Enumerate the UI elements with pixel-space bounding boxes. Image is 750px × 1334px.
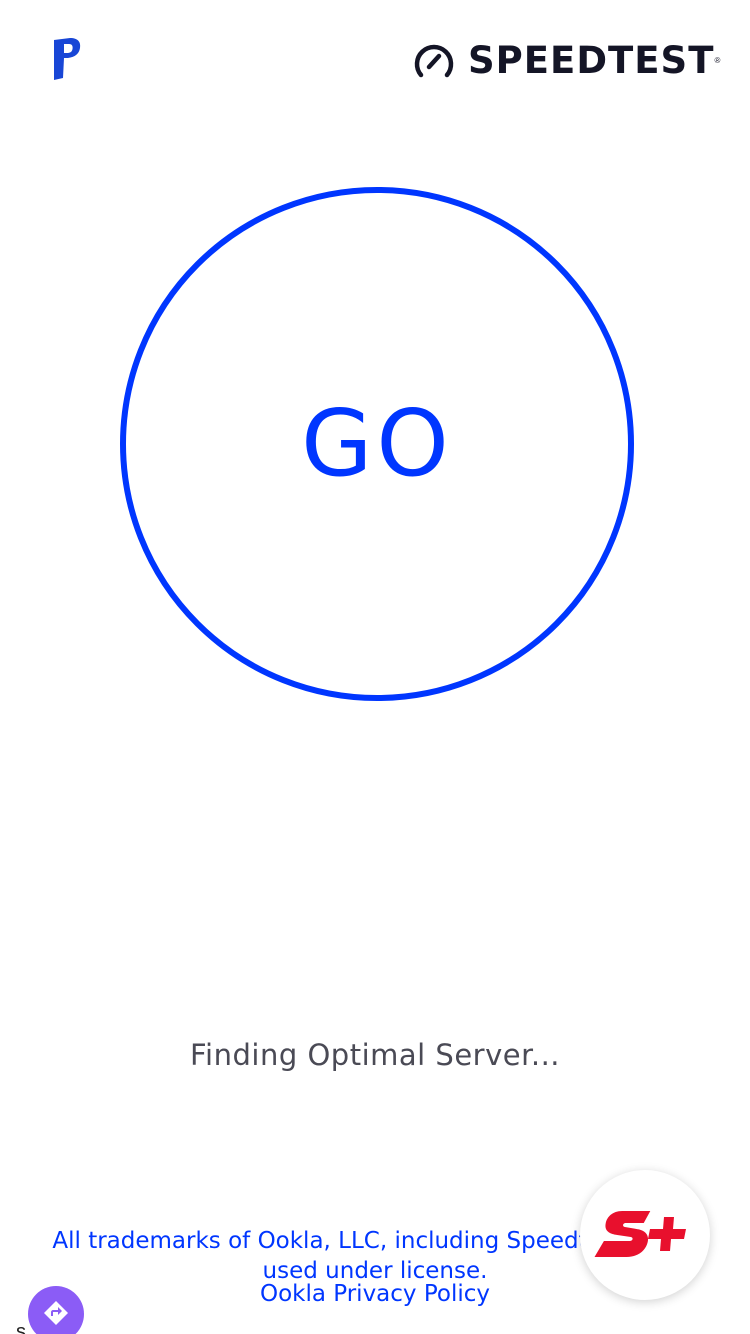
directions-button[interactable] [28,1286,84,1334]
page: SPEEDTEST ® GO Finding Optimal Server... … [0,0,750,1334]
go-label: GO [301,390,453,497]
gauge-icon [414,44,454,78]
partial-text: s [16,1321,26,1334]
status-text: Finding Optimal Server... [189,1038,561,1072]
registered-mark: ® [714,56,721,65]
directions-icon [44,1301,68,1325]
s-plus-button[interactable] [580,1170,710,1300]
speedtest-wordmark: SPEEDTEST [468,39,715,82]
s-plus-icon [594,1211,686,1257]
speedtest-logo: SPEEDTEST ® [412,38,720,84]
p-logo-icon[interactable] [52,36,82,82]
go-button[interactable]: GO [120,187,634,701]
